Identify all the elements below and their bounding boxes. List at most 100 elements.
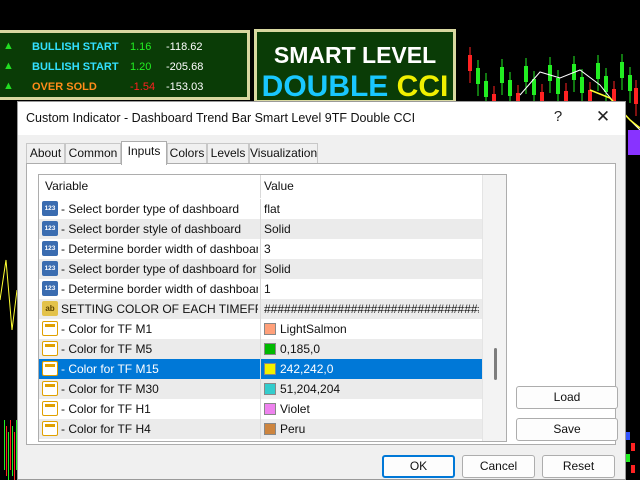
dialog-title: Custom Indicator - Dashboard Trend Bar S…: [26, 111, 416, 125]
close-icon[interactable]: ✕: [591, 107, 615, 129]
tab-levels[interactable]: Levels: [207, 143, 249, 164]
color-param-icon: [42, 421, 58, 436]
cell-divider: [260, 279, 261, 299]
row-value[interactable]: Peru: [280, 422, 480, 436]
cell-divider: [260, 339, 261, 359]
grid-scrollbar[interactable]: [482, 175, 506, 441]
candle: [508, 80, 512, 96]
banner-double: DOUBLE: [261, 70, 389, 103]
integer-param-icon: 123: [42, 201, 58, 216]
candle: [12, 426, 13, 476]
dashboard-row-value1: 1.16: [130, 41, 152, 53]
indicator-line: [0, 259, 18, 331]
row-variable-name: - Color for TF H4: [61, 422, 151, 436]
integer-param-icon: 123: [42, 241, 58, 256]
tab-inputs[interactable]: Inputs: [121, 141, 167, 165]
row-variable-name: - Determine border width of dashboard: [61, 242, 258, 256]
candle: [484, 81, 488, 97]
grid-header: Variable Value: [39, 175, 482, 198]
candle: [628, 75, 632, 91]
candle: [634, 88, 638, 104]
grid-row[interactable]: 123- Determine border width of dashboard…: [39, 279, 482, 299]
color-swatch[interactable]: [264, 423, 276, 435]
histogram-bar: [631, 465, 635, 473]
help-icon[interactable]: ?: [548, 108, 568, 128]
cancel-button[interactable]: Cancel: [462, 455, 535, 478]
row-value[interactable]: Violet: [280, 402, 480, 416]
cell-divider: [260, 199, 261, 219]
column-header-value[interactable]: Value: [264, 179, 294, 193]
color-swatch[interactable]: [264, 343, 276, 355]
grid-row[interactable]: 123- Select border type of dashboard for…: [39, 259, 482, 279]
tab-about[interactable]: About: [26, 143, 65, 164]
candle: [6, 426, 7, 476]
save-button[interactable]: Save: [516, 418, 618, 441]
row-value[interactable]: 51,204,204: [280, 382, 480, 396]
column-divider[interactable]: [260, 175, 261, 198]
row-variable-name: - Select border style of dashboard: [61, 222, 242, 236]
row-value[interactable]: 0,185,0: [280, 342, 480, 356]
grid-row[interactable]: 123- Determine border width of dashboard…: [39, 239, 482, 259]
dashboard-row-label: OVER SOLD: [32, 81, 97, 93]
grid-row[interactable]: 123- Select border type of dashboard flat: [39, 199, 482, 219]
color-swatch[interactable]: [264, 323, 276, 335]
grid-row[interactable]: 123- Select border style of dashboard Sol…: [39, 219, 482, 239]
candle: [596, 63, 600, 79]
dashboard-row-value2: -118.62: [166, 41, 203, 53]
dashboard-row-label: BULLISH START: [32, 61, 119, 73]
color-swatch[interactable]: [264, 363, 276, 375]
dialog-titlebar[interactable]: Custom Indicator - Dashboard Trend Bar S…: [18, 102, 625, 135]
row-value[interactable]: 3: [264, 242, 479, 256]
color-param-icon: [42, 381, 58, 396]
grid-row[interactable]: - Color for TF H4 Peru: [39, 419, 482, 439]
cell-divider: [260, 239, 261, 259]
candle: [532, 79, 536, 95]
column-header-variable[interactable]: Variable: [45, 179, 88, 193]
tab-colors[interactable]: Colors: [167, 143, 207, 164]
row-variable-name: - Color for TF H1: [61, 402, 151, 416]
row-value[interactable]: Solid: [264, 262, 479, 276]
color-param-icon: [42, 401, 58, 416]
histogram-bar: [628, 130, 640, 155]
banner-line1: SMART LEVEL: [273, 42, 437, 68]
row-value[interactable]: 242,242,0: [280, 362, 480, 376]
load-button[interactable]: Load: [516, 386, 618, 409]
histogram-bar: [626, 432, 630, 440]
cell-divider: [260, 379, 261, 399]
scrollbar-thumb[interactable]: [494, 348, 497, 380]
color-param-icon: [42, 321, 58, 336]
row-variable-name: - Determine border width of dashboard f.…: [61, 282, 258, 296]
color-swatch[interactable]: [264, 403, 276, 415]
arrow-up-icon: ▲: [3, 60, 14, 72]
grid-row[interactable]: - Color for TF M5 0,185,0: [39, 339, 482, 359]
inputs-tab-panel: Variable Value 123- Select border type o…: [26, 163, 618, 445]
ok-button[interactable]: OK: [382, 455, 455, 478]
grid-row[interactable]: - Color for TF M1 LightSalmon: [39, 319, 482, 339]
arrow-up-icon: ▲: [3, 40, 14, 52]
integer-param-icon: 123: [42, 221, 58, 236]
reset-button[interactable]: Reset: [542, 455, 615, 478]
row-value[interactable]: LightSalmon: [280, 322, 480, 336]
grid-row[interactable]: - Color for TF H1 Violet: [39, 399, 482, 419]
integer-param-icon: 123: [42, 281, 58, 296]
tab-common[interactable]: Common: [65, 143, 121, 164]
row-value[interactable]: flat: [264, 202, 479, 216]
candle: [4, 420, 5, 470]
grid-row[interactable]: abSETTING COLOR OF EACH TIMEFRA... ######…: [39, 299, 482, 319]
cell-divider: [260, 399, 261, 419]
cell-divider: [260, 219, 261, 239]
row-value[interactable]: ########################################: [264, 302, 479, 316]
row-variable-name: - Select border type of dashboard: [61, 202, 240, 216]
color-swatch[interactable]: [264, 383, 276, 395]
dashboard-row-value2: -153.03: [166, 81, 204, 93]
tab-visualization[interactable]: Visualization: [249, 143, 318, 164]
row-value[interactable]: 1: [264, 282, 479, 296]
candle: [580, 77, 584, 93]
color-param-icon: [42, 361, 58, 376]
grid-row[interactable]: - Color for TF M15 242,242,0: [39, 359, 482, 379]
color-param-icon: [42, 341, 58, 356]
candle: [14, 432, 15, 480]
cell-divider: [260, 299, 261, 319]
row-value[interactable]: Solid: [264, 222, 479, 236]
grid-row[interactable]: - Color for TF M30 51,204,204: [39, 379, 482, 399]
